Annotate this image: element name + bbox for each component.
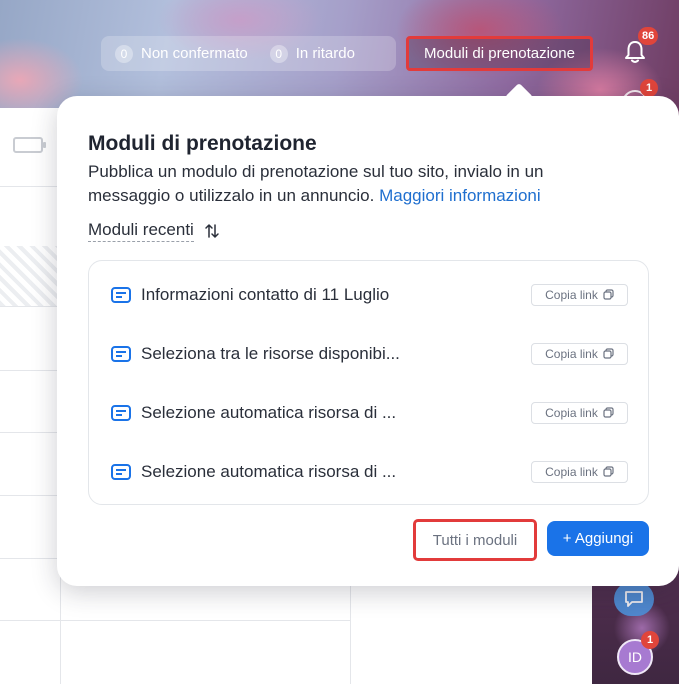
form-icon <box>111 404 131 421</box>
booking-forms-button[interactable]: Moduli di prenotazione <box>406 36 593 71</box>
copy-link-button[interactable]: Copia link <box>531 283 628 306</box>
popover-title: Moduli di prenotazione <box>88 132 317 155</box>
chat-icon <box>625 591 643 607</box>
status-filter-bar: 0 Non confermato 0 In ritardo <box>101 36 396 71</box>
add-form-button[interactable]: + Aggiungi <box>547 521 649 556</box>
unconfirmed-label: Non confermato <box>141 45 248 62</box>
form-icon <box>111 345 131 362</box>
copy-link-label: Copia link <box>545 287 598 302</box>
unconfirmed-count: 0 <box>115 44 133 63</box>
calendar-blocked-slot <box>0 246 60 306</box>
copy-link-button[interactable]: Copia link <box>531 460 628 483</box>
form-name: Informazioni contatto di 11 Luglio <box>141 284 390 304</box>
copy-icon <box>603 348 614 359</box>
form-list-item[interactable]: Selezione automatica risorsa di ... Copi… <box>89 383 650 442</box>
form-name: Seleziona tra le risorse disponibi... <box>141 343 400 363</box>
unconfirmed-filter[interactable]: 0 Non confermato <box>115 44 248 63</box>
copy-link-button[interactable]: Copia link <box>531 342 628 365</box>
late-count: 0 <box>269 44 288 63</box>
popover-description: Pubblica un modulo di prenotazione sul t… <box>88 160 628 208</box>
avatar-badge: 1 <box>641 631 659 649</box>
all-forms-label: Tutti i moduli <box>432 531 518 549</box>
copy-icon <box>603 466 614 477</box>
copy-link-label: Copia link <box>545 346 598 361</box>
battery-icon <box>13 137 46 153</box>
form-icon <box>111 286 131 303</box>
sort-label: Moduli recenti <box>88 220 194 242</box>
form-icon <box>111 463 131 480</box>
sort-icon <box>205 224 219 238</box>
copy-link-label: Copia link <box>545 405 598 420</box>
chat-button[interactable] <box>614 582 654 616</box>
form-list-item[interactable]: Selezione automatica risorsa di ... Copi… <box>89 442 650 501</box>
recent-forms-list: Informazioni contatto di 11 Luglio Copia… <box>88 260 649 505</box>
copy-icon <box>603 289 614 300</box>
copy-link-label: Copia link <box>545 464 598 479</box>
form-list-item[interactable]: Informazioni contatto di 11 Luglio Copia… <box>89 265 650 324</box>
form-name: Selezione automatica risorsa di ... <box>141 402 397 422</box>
recent-forms-sort[interactable]: Moduli recenti <box>88 220 220 242</box>
learn-more-link[interactable]: Maggiori informazioni <box>379 186 541 205</box>
all-forms-button[interactable]: Tutti i moduli <box>413 519 537 561</box>
notifications-badge: 86 <box>638 27 659 45</box>
form-list-item[interactable]: Seleziona tra le risorse disponibi... Co… <box>89 324 650 383</box>
calendar-divider <box>0 620 350 621</box>
secondary-badge: 1 <box>640 79 658 97</box>
form-name: Selezione automatica risorsa di ... <box>141 461 397 481</box>
copy-link-button[interactable]: Copia link <box>531 401 628 424</box>
copy-icon <box>603 407 614 418</box>
late-label: In ritardo <box>295 45 355 62</box>
late-filter[interactable]: 0 In ritardo <box>269 44 355 63</box>
booking-forms-popover: Moduli di prenotazione Pubblica un modul… <box>57 82 679 586</box>
